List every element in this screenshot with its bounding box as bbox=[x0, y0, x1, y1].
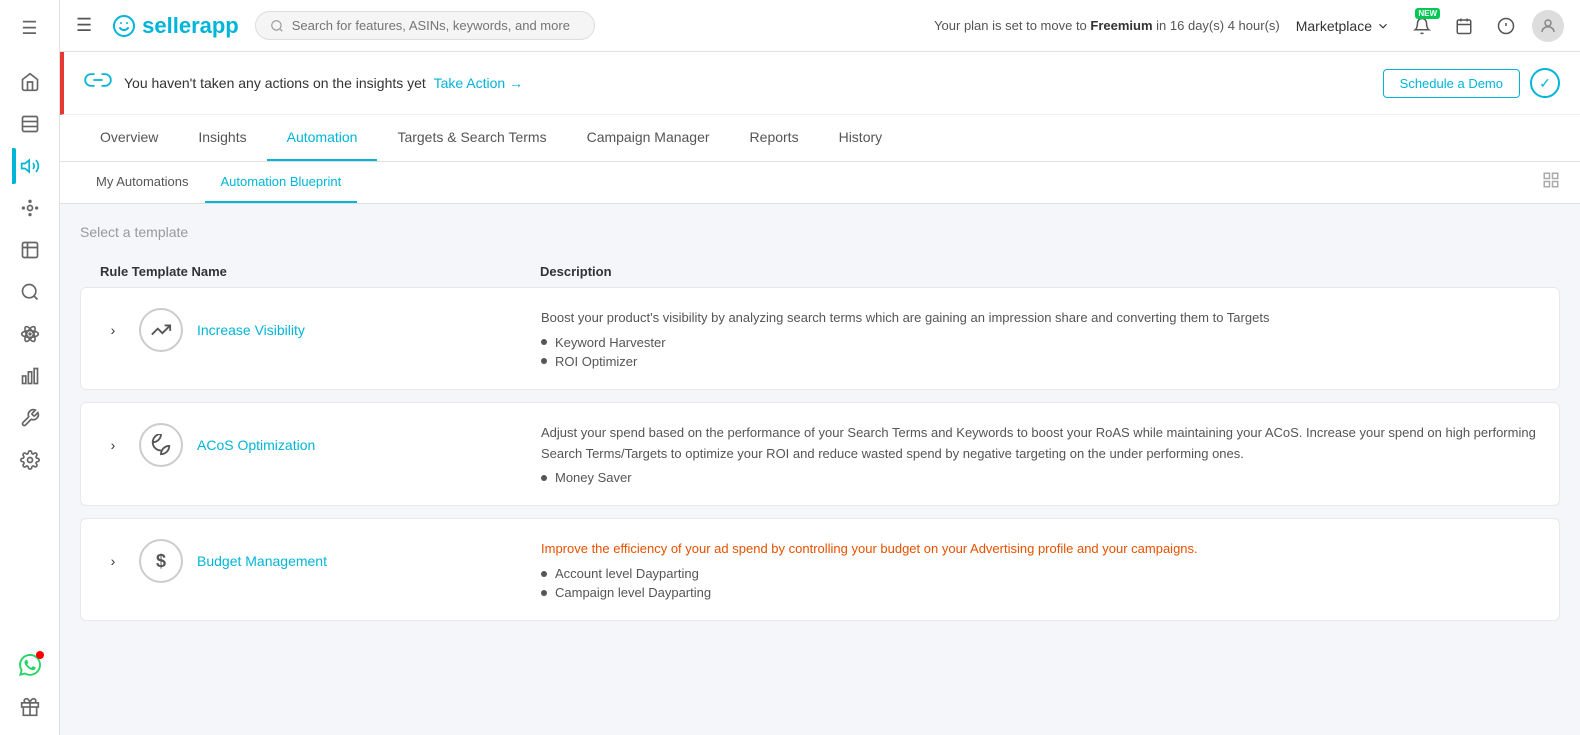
insight-banner: You haven't taken any actions on the ins… bbox=[60, 52, 1580, 115]
megaphone-icon[interactable] bbox=[12, 148, 48, 184]
template-row-left-3: › $ Budget Management bbox=[101, 539, 541, 583]
template-name-3[interactable]: Budget Management bbox=[197, 553, 327, 569]
chevron-down-icon bbox=[1376, 19, 1390, 33]
col-description: Description bbox=[540, 264, 1540, 279]
tab-area: Overview Insights Automation Targets & S… bbox=[60, 115, 1580, 162]
template-row-main-1: › Increase Visibility Boost your product… bbox=[81, 288, 1559, 389]
alert-btn[interactable] bbox=[1490, 10, 1522, 42]
tab-targets-search-terms[interactable]: Targets & Search Terms bbox=[377, 115, 566, 161]
tools2-icon[interactable] bbox=[12, 190, 48, 226]
template-desc-area-3: Improve the efficiency of your ad spend … bbox=[541, 539, 1539, 600]
schedule-demo-btn[interactable]: Schedule a Demo bbox=[1383, 69, 1520, 98]
notifications-btn[interactable]: NEW bbox=[1406, 10, 1438, 42]
tab-history[interactable]: History bbox=[819, 115, 903, 161]
atom-icon[interactable] bbox=[12, 316, 48, 352]
template-table-header: Rule Template Name Description bbox=[80, 256, 1560, 287]
grid-view-icon[interactable] bbox=[1542, 171, 1560, 194]
bullet-3-1: Campaign level Dayparting bbox=[541, 585, 1539, 600]
col-rule-name: Rule Template Name bbox=[100, 264, 540, 279]
search-icon bbox=[270, 19, 284, 33]
template-name-2[interactable]: ACoS Optimization bbox=[197, 437, 315, 453]
avatar[interactable] bbox=[1532, 10, 1564, 42]
sub-tab-my-automations[interactable]: My Automations bbox=[80, 162, 205, 203]
home-icon[interactable] bbox=[12, 64, 48, 100]
template-desc-area-2: Adjust your spend based on the performan… bbox=[541, 423, 1539, 486]
gear-icon[interactable] bbox=[12, 442, 48, 478]
list-icon[interactable] bbox=[12, 106, 48, 142]
select-template-label: Select a template bbox=[80, 224, 1560, 240]
template-area: Select a template Rule Template Name Des… bbox=[60, 204, 1580, 735]
logo-text: sellerapp bbox=[142, 13, 239, 39]
marketplace-select[interactable]: Marketplace bbox=[1296, 18, 1390, 34]
template-desc-area-1: Boost your product's visibility by analy… bbox=[541, 308, 1539, 369]
hamburger-btn[interactable]: ☰ bbox=[76, 15, 92, 36]
main-tabs: Overview Insights Automation Targets & S… bbox=[80, 115, 1560, 161]
template-bullets-2: Money Saver bbox=[541, 470, 1539, 485]
template-row-left-2: › ACoS Optimization bbox=[101, 423, 541, 467]
gift-icon[interactable] bbox=[12, 689, 48, 725]
template-row-left-1: › Increase Visibility bbox=[101, 308, 541, 352]
chevron-btn-2[interactable]: › bbox=[101, 433, 125, 457]
bullet-1-0: Keyword Harvester bbox=[541, 335, 1539, 350]
chevron-btn-3[interactable]: › bbox=[101, 549, 125, 573]
sub-tab-area: My Automations Automation Blueprint bbox=[60, 162, 1580, 204]
template-desc-3: Improve the efficiency of your ad spend … bbox=[541, 539, 1539, 560]
sub-tabs: My Automations Automation Blueprint bbox=[80, 162, 357, 203]
bullet-3-0: Account level Dayparting bbox=[541, 566, 1539, 581]
checkmark-btn[interactable]: ✓ bbox=[1530, 68, 1560, 98]
new-badge: NEW bbox=[1415, 8, 1440, 19]
bullet-2-0: Money Saver bbox=[541, 470, 1539, 485]
template-bullets-1: Keyword Harvester ROI Optimizer bbox=[541, 335, 1539, 369]
increase-visibility-icon bbox=[139, 308, 183, 352]
sidebar: ☰ bbox=[0, 0, 60, 735]
search-bar[interactable] bbox=[255, 11, 595, 40]
chevron-btn-1[interactable]: › bbox=[101, 318, 125, 342]
sub-tab-automation-blueprint[interactable]: Automation Blueprint bbox=[205, 162, 358, 203]
budget-management-icon: $ bbox=[139, 539, 183, 583]
search-input[interactable] bbox=[292, 18, 572, 33]
topbar: ☰ sellerapp Your plan is set to move to … bbox=[60, 0, 1580, 52]
template-row-main-2: › ACoS Optimization Adjust your spend ba… bbox=[81, 403, 1559, 506]
take-action-link[interactable]: Take Action → bbox=[434, 75, 524, 91]
tab-overview[interactable]: Overview bbox=[80, 115, 178, 161]
tab-insights[interactable]: Insights bbox=[178, 115, 266, 161]
main-content: ☰ sellerapp Your plan is set to move to … bbox=[60, 0, 1580, 735]
template-desc-1: Boost your product's visibility by analy… bbox=[541, 308, 1539, 329]
calendar-btn[interactable] bbox=[1448, 10, 1480, 42]
template-name-1[interactable]: Increase Visibility bbox=[197, 322, 305, 338]
topbar-icons: NEW bbox=[1406, 10, 1564, 42]
template-row-budget-management: › $ Budget Management Improve the effici… bbox=[80, 518, 1560, 621]
acos-optimization-icon bbox=[139, 423, 183, 467]
banner-text: You haven't taken any actions on the ins… bbox=[124, 75, 1371, 91]
guitar-icon[interactable] bbox=[12, 232, 48, 268]
logo: sellerapp bbox=[112, 13, 239, 39]
plan-text: Your plan is set to move to Freemium in … bbox=[934, 18, 1280, 33]
banner-right: Schedule a Demo ✓ bbox=[1383, 68, 1560, 98]
banner-icon bbox=[84, 66, 112, 100]
template-row-main-3: › $ Budget Management Improve the effici… bbox=[81, 519, 1559, 620]
marketplace-label: Marketplace bbox=[1296, 18, 1372, 34]
template-desc-2: Adjust your spend based on the performan… bbox=[541, 423, 1539, 465]
template-row-increase-visibility: › Increase Visibility Boost your product… bbox=[80, 287, 1560, 390]
template-row-acos-optimization: › ACoS Optimization Adjust your spend ba… bbox=[80, 402, 1560, 507]
tab-campaign-manager[interactable]: Campaign Manager bbox=[567, 115, 730, 161]
search2-icon[interactable] bbox=[12, 274, 48, 310]
bar-chart-icon[interactable] bbox=[12, 358, 48, 394]
bullet-1-1: ROI Optimizer bbox=[541, 354, 1539, 369]
tab-automation[interactable]: Automation bbox=[267, 115, 378, 161]
tab-reports[interactable]: Reports bbox=[730, 115, 819, 161]
hamburger-icon[interactable]: ☰ bbox=[12, 10, 48, 46]
template-bullets-3: Account level Dayparting Campaign level … bbox=[541, 566, 1539, 600]
wrench-icon[interactable] bbox=[12, 400, 48, 436]
